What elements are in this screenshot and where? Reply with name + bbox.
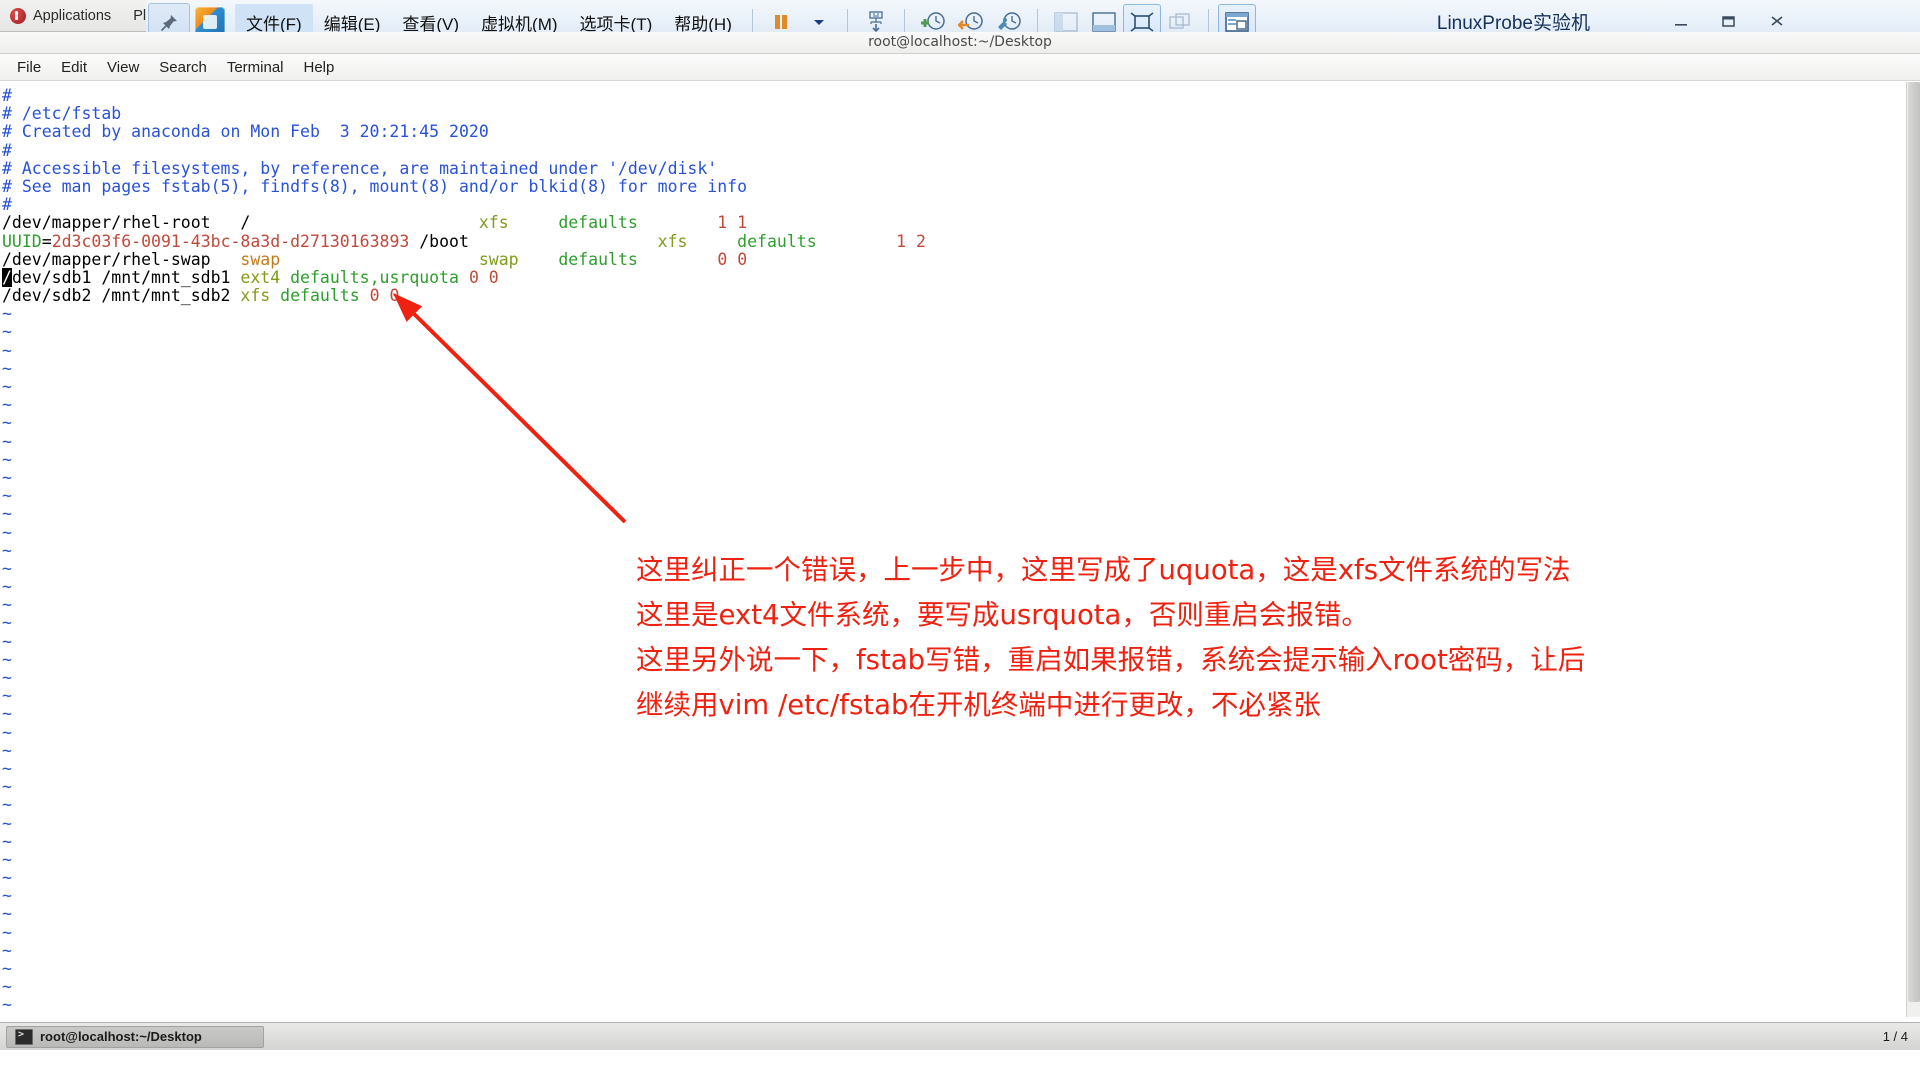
vim-empty-line-marker: ~ (2, 886, 12, 906)
fedora-logo-icon (10, 7, 26, 24)
terminal-menu-terminal[interactable]: Terminal (217, 55, 294, 80)
vim-empty-line-marker: ~ (2, 904, 12, 924)
vim-empty-line-marker: ~ (2, 504, 12, 524)
vim-empty-line-marker: ~ (2, 868, 12, 888)
applications-menu-label: Applications (33, 7, 112, 24)
vim-line: # Created by anaconda on Mon Feb 3 20:21… (2, 122, 489, 142)
vim-empty-line-marker: ~ (2, 849, 12, 869)
places-menu[interactable]: Pl (133, 8, 146, 24)
vim-empty-line-marker: ~ (2, 395, 12, 415)
vim-empty-line-marker: ~ (2, 358, 12, 378)
vim-empty-line-marker: ~ (2, 340, 12, 360)
terminal-titlebar: root@localhost:~/Desktop (0, 32, 1920, 54)
taskbar-item-label: root@localhost:~/Desktop (40, 1029, 202, 1044)
vim-line: # (2, 195, 12, 215)
vim-empty-line-marker: ~ (2, 831, 12, 851)
vim-empty-line-marker: ~ (2, 377, 12, 396)
terminal-title: root@localhost:~/Desktop (868, 34, 1052, 50)
vim-empty-line-marker: ~ (2, 758, 12, 778)
vim-empty-line-marker: ~ (2, 431, 12, 451)
terminal-menu-help[interactable]: Help (294, 55, 345, 80)
vim-empty-line-marker: ~ (2, 740, 12, 760)
gnome-terminal-window: root@localhost:~/Desktop File Edit View … (0, 32, 1920, 1050)
vim-line: # Accessible filesystems, by reference, … (2, 158, 718, 178)
vim-line: /dev/mapper/rhel-root / xfs defaults 1 1 (2, 213, 748, 233)
places-menu-label: Pl (133, 7, 147, 24)
vim-empty-line-marker: ~ (2, 795, 12, 815)
terminal-scrollbar-thumb[interactable] (1908, 82, 1920, 1002)
terminal-menu-edit[interactable]: Edit (51, 55, 97, 80)
vim-editor-buffer[interactable]: # # /etc/fstab # Created by anaconda on Mo… (0, 81, 1920, 1008)
vim-empty-line-marker: ~ (2, 522, 12, 542)
vim-line: # (2, 140, 12, 160)
vim-empty-line-marker: ~ (2, 467, 12, 487)
vim-line: /dev/mapper/rhel-swap swap swap defaults… (2, 249, 748, 269)
applications-menu[interactable]: Applications (0, 7, 112, 24)
vim-empty-line-marker: ~ (2, 449, 12, 469)
workspace-pager-label[interactable]: 1 / 4 (1883, 1029, 1908, 1044)
terminal-menu-file[interactable]: File (7, 55, 51, 80)
vim-empty-line-marker: ~ (2, 304, 12, 324)
vim-empty-line-marker: ~ (2, 813, 12, 833)
annotation-line-4: 继续用vim /etc/fstab在开机终端中进行更改，不必紧张 (636, 689, 1321, 721)
vim-line: # /etc/fstab (2, 104, 122, 124)
vim-line: # See man pages fstab(5), findfs(8), mou… (2, 176, 748, 196)
vim-line: UUID=2d3c03f6-0091-43bc-8a3d-d2713016389… (2, 231, 926, 251)
vim-empty-line-marker: ~ (2, 940, 12, 960)
vim-line: /dev/sdb2 /mnt/mnt_sdb2 xfs defaults 0 0 (2, 286, 400, 306)
vmware-window-title: LinuxProbe实验机 (1436, 13, 1590, 34)
annotation-text: 这里纠正一个错误，上一步中，这里写成了uquota，这是xfs文件系统的写法 这里… (636, 548, 1904, 728)
annotation-line-1: 这里纠正一个错误，上一步中，这里写成了uquota，这是xfs文件系统的写法 (636, 554, 1571, 586)
vim-empty-line-marker: ~ (2, 322, 12, 342)
vim-empty-line-marker: ~ (2, 486, 12, 506)
vim-empty-line-marker: ~ (2, 777, 12, 797)
vim-empty-line-marker: ~ (2, 977, 12, 997)
vim-line: # (2, 86, 12, 105)
annotation-line-2: 这里是ext4文件系统，要写成usrquota，否则重启会报错。 (636, 599, 1369, 631)
vim-empty-line-marker: ~ (2, 995, 12, 1008)
terminal-icon (15, 1028, 33, 1045)
terminal-scrollbar[interactable] (1906, 82, 1920, 1017)
annotation-line-3: 这里另外说一下，fstab写错，重启如果报错，系统会提示输入root密码，让后 (636, 644, 1586, 676)
terminal-menu-view[interactable]: View (97, 55, 149, 80)
vim-line: /dev/sdb1 /mnt/mnt_sdb1 ext4 defaults,us… (2, 267, 499, 287)
taskbar-item-terminal[interactable]: root@localhost:~/Desktop (6, 1025, 264, 1048)
vim-empty-line-marker: ~ (2, 413, 12, 433)
terminal-menubar: File Edit View Search Terminal Help (0, 54, 1920, 81)
guest-taskbar: root@localhost:~/Desktop 1 / 4 (0, 1022, 1920, 1050)
terminal-menu-search[interactable]: Search (149, 55, 217, 80)
screen: Applications Pl 4:31 PM root 文件(F) (0, 0, 1920, 1080)
vim-empty-line-marker: ~ (2, 922, 12, 942)
vim-empty-line-marker: ~ (2, 959, 12, 978)
